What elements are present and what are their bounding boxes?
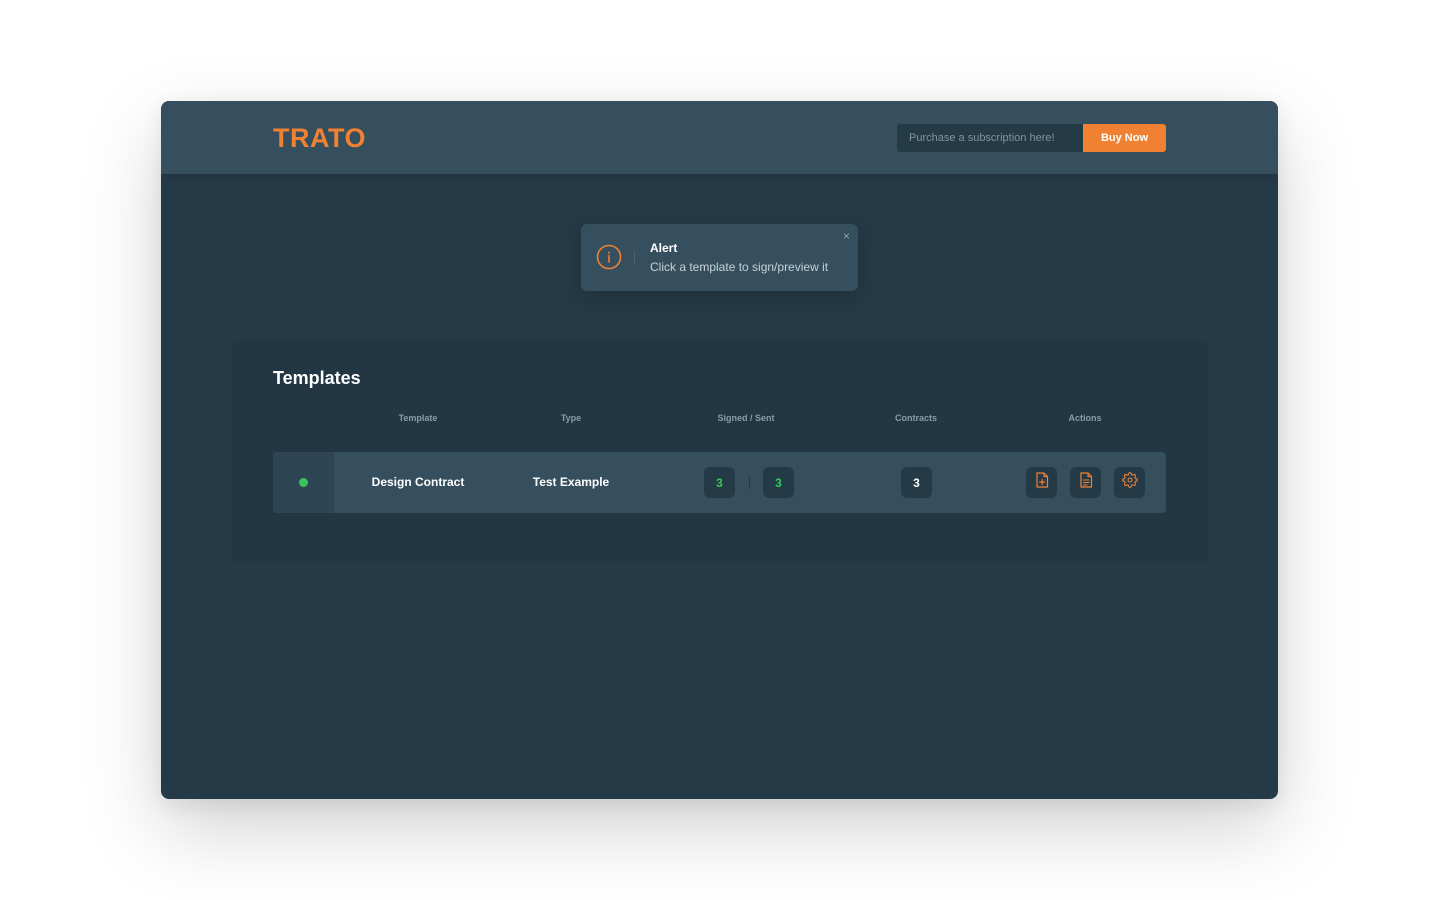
column-header-type: Type: [560, 413, 582, 423]
gear-icon: [1121, 472, 1138, 493]
app-window: TRATO Buy Now Alert Click a template to …: [161, 101, 1278, 799]
count-divider: [749, 476, 750, 489]
alert-message: Click a template to sign/preview it: [650, 260, 829, 274]
alert-toast: Alert Click a template to sign/preview i…: [581, 224, 858, 291]
subscription-input[interactable]: [897, 124, 1083, 152]
page-title: Templates: [273, 368, 361, 388]
sent-count-badge: 3: [763, 467, 794, 498]
file-text-icon: [1079, 472, 1093, 493]
logo[interactable]: TRATO: [273, 123, 366, 153]
column-header-signed-sent: Signed / Sent: [717, 413, 775, 423]
table-row[interactable]: Design Contract Test Example 3 3 3: [273, 452, 1166, 513]
subscription-form: Buy Now: [897, 124, 1166, 152]
template-name[interactable]: Design Contract: [372, 475, 465, 489]
preview-template-button[interactable]: [1070, 467, 1101, 498]
template-type: Test Example: [532, 475, 610, 489]
buy-now-button[interactable]: Buy Now: [1083, 124, 1166, 152]
alert-title: Alert: [650, 241, 678, 255]
templates-panel: Templates Template Type Signed / Sent Co…: [231, 341, 1209, 562]
status-dot-icon: [299, 478, 308, 487]
column-header-template: Template: [398, 413, 438, 423]
new-contract-button[interactable]: [1026, 467, 1057, 498]
alert-divider: [634, 250, 635, 264]
top-bar: TRATO Buy Now: [161, 101, 1278, 174]
column-header-contracts: Contracts: [894, 413, 938, 423]
signed-count-badge: 3: [704, 467, 735, 498]
file-plus-icon: [1035, 472, 1049, 493]
column-header-actions: Actions: [1068, 413, 1102, 423]
template-settings-button[interactable]: [1114, 467, 1145, 498]
info-icon: [596, 244, 622, 270]
contracts-count-badge: 3: [901, 467, 932, 498]
close-icon[interactable]: ×: [843, 230, 850, 242]
status-cell: [273, 452, 334, 513]
